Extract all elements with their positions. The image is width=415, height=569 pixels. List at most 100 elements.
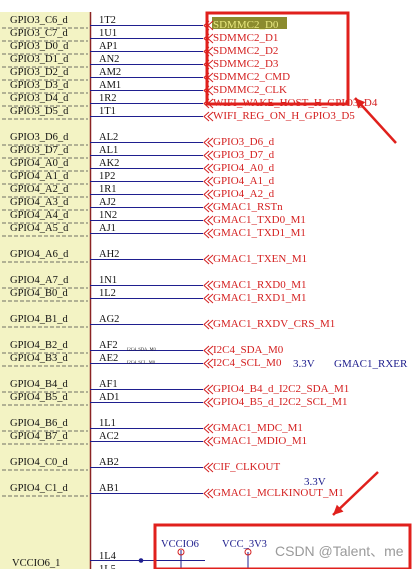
net-marker-chevron [203,436,214,447]
pin-number: AK2 [99,158,119,169]
pin-number: 1R2 [99,93,117,104]
net-label: I2C4_SDA_M0 [213,344,284,356]
port-label: GPIO3_D3_d [10,80,69,91]
pin-number: 1N2 [99,210,117,221]
net-marker-chevron [203,137,214,148]
pin-number: AF2 [99,340,118,351]
pin-number: AL1 [99,145,118,156]
pin-number: 1L5 [99,564,116,569]
net-label: GPIO4_A0_d [213,162,275,174]
port-label: GPIO4_C1_d [10,483,69,494]
net-marker-chevron [203,163,214,174]
port-label: GPIO3_D7_d [10,145,69,156]
net-label: CIF_CLKOUT [213,461,281,473]
cross-ref-note: GMAC1_RXER [334,358,408,370]
voltage-note: 3.3V [304,476,326,488]
port-label: GPIO4_B3_d [10,353,69,364]
port-label: GPIO3_D5_d [10,106,69,117]
net-label: GPIO3_D6_d [213,136,275,148]
pin-number: 1T1 [99,106,116,117]
net-label: GMAC1_RXD1_M1 [213,292,307,304]
port-label: GPIO4_B6_d [10,418,69,429]
port-label: GPIO3_D0_d [10,41,69,52]
supply-label: VCC_3V3 [222,539,267,550]
pin-number: AJ1 [99,223,116,234]
port-label: GPIO4_A6_d [10,249,69,260]
pin-number: AL2 [99,132,118,143]
net-label: I2C4_SCL_M0 [213,357,282,369]
net-marker-chevron [203,488,214,499]
voltage-note: 3.3V [293,358,315,370]
pin-number: AG2 [99,314,119,325]
net-marker-chevron [203,189,214,200]
net-label: GMAC1_TXD1_M1 [213,227,306,239]
port-label: GPIO3_D1_d [10,54,69,65]
net-marker-chevron [203,293,214,304]
net-label: GMAC1_RXDV_CRS_M1 [213,318,335,330]
net-marker-chevron [203,397,214,408]
pin-number: AE2 [99,353,118,364]
pin-number: AJ2 [99,197,116,208]
port-label: GPIO4_B5_d [10,392,69,403]
port-label: GPIO4_A3_d [10,197,69,208]
net-label: GMAC1_MDIO_M1 [213,435,307,447]
port-label: GPIO4_A7_d [10,275,69,286]
pin-number: AH2 [99,249,119,260]
net-marker-chevron [203,202,214,213]
net-label: GPIO4_A2_d [213,188,275,200]
net-label: SDMMC2_D1 [213,32,278,44]
net-marker-chevron [203,228,214,239]
net-marker-chevron [203,358,214,369]
port-label: GPIO3_C6_d [10,15,69,26]
net-label: SDMMC2_D0 [213,19,279,31]
port-label: GPIO4_B0_d [10,288,69,299]
port-label: GPIO3_D6_d [10,132,69,143]
pin-number: AF1 [99,379,118,390]
pin-number: 1U1 [99,28,117,39]
pin-number: AC2 [99,431,119,442]
port-label: GPIO4_A1_d [10,171,69,182]
pin-number: AB1 [99,483,119,494]
net-marker-chevron [203,215,214,226]
pin-number: AN2 [99,54,119,65]
net-label: GPIO4_B4_d_I2C2_SDA_M1 [213,383,349,395]
port-label: GPIO4_A0_d [10,158,69,169]
net-label: WIFI_REG_ON_H_GPIO3_D5 [213,110,355,122]
net-marker-chevron [203,280,214,291]
net-label: SDMMC2_D3 [213,58,279,70]
pin-number: AD1 [99,392,119,403]
pin-number: AM2 [99,67,121,78]
pin-number: 1R1 [99,184,117,195]
net-label: GPIO4_B5_d_I2C2_SCL_M1 [213,396,347,408]
net-marker-chevron [203,423,214,434]
net-label: SDMMC2_CMD [213,71,290,83]
net-marker-chevron [203,384,214,395]
port-label: GPIO4_B1_d [10,314,69,325]
pin-number: AB2 [99,457,119,468]
net-marker-chevron [203,176,214,187]
net-marker-chevron [203,319,214,330]
net-label: GMAC1_TXD0_M1 [213,214,306,226]
junction-dot [138,558,144,563]
net-marker-chevron [203,254,214,265]
port-label: GPIO4_B7_d [10,431,69,442]
net-label: GMAC1_MDC_M1 [213,422,303,434]
net-label: GPIO3_D7_d [213,149,275,161]
net-label: SDMMC2_D2 [213,45,278,57]
supply-label: VCCIO6 [161,539,199,550]
net-marker-chevron [203,345,214,356]
pin-number: 1L4 [99,551,117,562]
port-label: GPIO3_D2_d [10,67,69,78]
watermark: CSDN @Talent、me [275,543,404,559]
net-label: GMAC1_TXEN_M1 [213,253,307,265]
port-label: GPIO4_A5_d [10,223,69,234]
port-label: GPIO3_C7_d [10,28,69,39]
inline-net-tag: I2C4_SDA_M0 [127,347,157,352]
net-label: SDMMC2_CLK [213,84,287,96]
schematic-canvas: GPIO3_C6_d 1T2 SDMMC2_D0 GPIO3_C7_d 1U1 SDMMC… [0,11,412,569]
net-label: GMAC1_RXD0_M1 [213,279,307,291]
net-marker-chevron [203,462,214,473]
net-label: GMAC1_MCLKINOUT_M1 [213,487,344,499]
pin-number: 1T2 [99,15,116,26]
port-label: GPIO4_A2_d [10,184,69,195]
